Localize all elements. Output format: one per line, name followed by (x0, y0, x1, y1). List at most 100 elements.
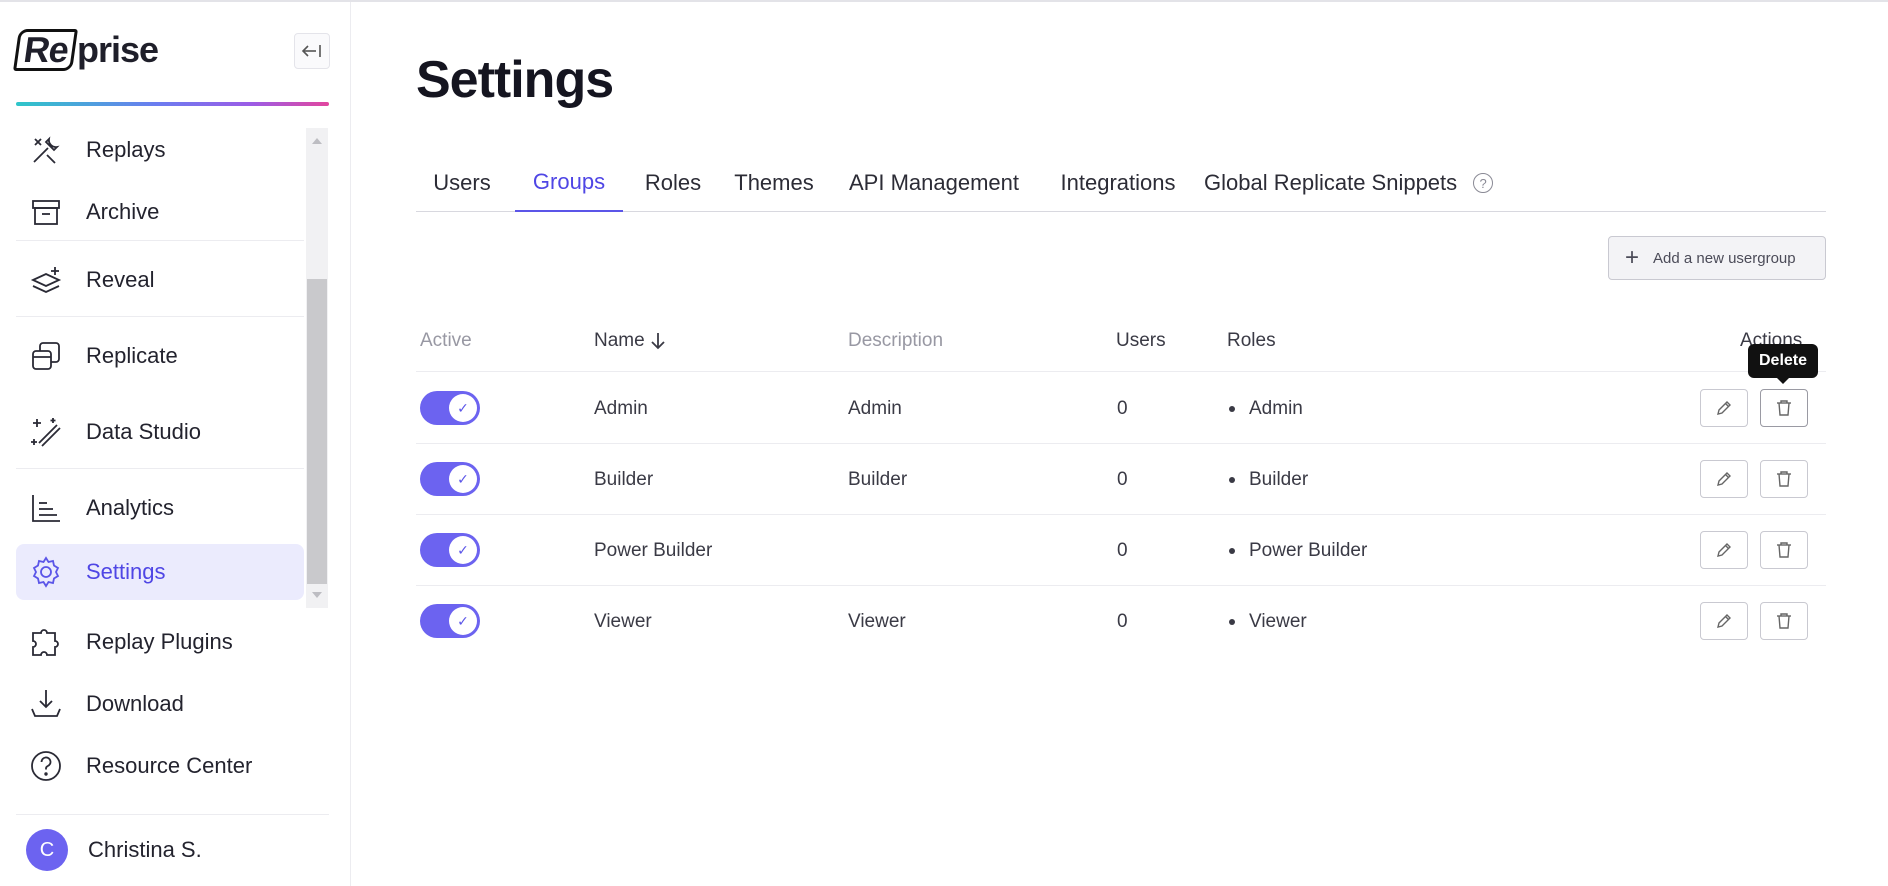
sidebar-item-label: Reveal (86, 267, 155, 292)
sidebar-item-resource-center[interactable]: Resource Center (16, 738, 304, 794)
bullet-icon (1229, 618, 1235, 625)
table-row: ✓ Admin Admin 0 Admin (416, 373, 1826, 444)
active-toggle[interactable]: ✓ (420, 533, 480, 567)
pencil-icon (1717, 401, 1731, 415)
sidebar: Re prise Replays Archive Reveal Replicat… (0, 2, 351, 886)
group-role: Builder (1229, 444, 1308, 515)
tab-label: Global Replicate Snippets (1204, 170, 1458, 195)
sidebar-item-reveal[interactable]: Reveal (16, 252, 304, 308)
pencil-icon (1717, 614, 1731, 628)
puzzle-icon (26, 622, 66, 662)
group-role: Admin (1229, 373, 1303, 444)
group-name: Admin (594, 397, 648, 419)
group-name: Power Builder (594, 539, 713, 561)
edit-button[interactable] (1700, 389, 1748, 427)
group-users-count: 0 (1117, 397, 1128, 419)
column-description: Description (848, 330, 944, 351)
sidebar-item-label: Replicate (86, 343, 178, 368)
group-description: Builder (848, 468, 908, 490)
tab-groups[interactable]: Groups (515, 154, 623, 212)
delete-button[interactable] (1760, 460, 1808, 498)
table-header: Active Name Description Users Roles Acti… (416, 310, 1826, 372)
collapse-sidebar-button[interactable] (294, 33, 330, 69)
group-description: Admin (848, 397, 902, 419)
user-profile[interactable]: C Christina S. (16, 828, 202, 872)
logo-text: prise (77, 29, 159, 70)
help-circle-icon (26, 746, 66, 786)
delete-tooltip: Delete (1748, 344, 1818, 384)
sidebar-item-label: Resource Center (86, 753, 253, 778)
role-label: Builder (1249, 468, 1309, 490)
sidebar-item-replicate[interactable]: Replicate (16, 328, 304, 384)
active-toggle[interactable]: ✓ (420, 462, 480, 496)
tab-users[interactable]: Users (416, 154, 508, 212)
scroll-up-icon[interactable] (312, 138, 322, 144)
delete-button[interactable] (1760, 531, 1808, 569)
column-name[interactable]: Name (594, 310, 667, 372)
sidebar-item-data-studio[interactable]: Data Studio (16, 404, 304, 460)
sidebar-item-download[interactable]: Download (16, 676, 304, 732)
sort-down-icon (651, 333, 665, 350)
role-label: Power Builder (1249, 539, 1368, 561)
group-name: Viewer (594, 610, 652, 632)
sidebar-item-replay-plugins[interactable]: Replay Plugins (16, 614, 304, 670)
user-name: Christina S. (88, 837, 202, 862)
check-icon: ✓ (449, 465, 477, 493)
group-users-count: 0 (1117, 468, 1128, 490)
add-usergroup-button[interactable]: + Add a new usergroup (1608, 236, 1826, 280)
nav-divider (16, 316, 304, 317)
sidebar-item-label: Replay Plugins (86, 629, 233, 654)
group-users-count: 0 (1117, 539, 1128, 561)
column-users: Users (1116, 330, 1166, 351)
table-row: ✓ Builder Builder 0 Builder (416, 444, 1826, 515)
question-icon[interactable]: ? (1473, 173, 1494, 193)
sidebar-item-label: Download (86, 691, 184, 716)
check-icon: ✓ (449, 607, 477, 635)
scroll-thumb[interactable] (307, 279, 327, 584)
sidebar-item-label: Analytics (86, 495, 175, 520)
sidebar-item-replays[interactable]: Replays (16, 128, 304, 178)
role-label: Admin (1249, 397, 1303, 419)
group-role: Viewer (1229, 586, 1307, 657)
pencil-icon (1717, 472, 1731, 486)
tab-api-management[interactable]: API Management (834, 154, 1034, 212)
reprise-logo[interactable]: Re prise (13, 28, 159, 72)
bullet-icon (1229, 476, 1235, 483)
active-toggle[interactable]: ✓ (420, 391, 480, 425)
sidebar-item-settings[interactable]: Settings (16, 544, 304, 600)
reveal-icon (26, 260, 66, 300)
archive-icon (26, 192, 66, 232)
edit-button[interactable] (1700, 460, 1748, 498)
delete-button[interactable] (1760, 602, 1808, 640)
edit-button[interactable] (1700, 602, 1748, 640)
nav-divider (16, 240, 304, 241)
group-description: Viewer (848, 610, 906, 632)
role-label: Viewer (1249, 610, 1307, 632)
sidebar-item-label: Data Studio (86, 419, 201, 444)
user-divider (16, 814, 329, 815)
sidebar-item-archive[interactable]: Archive (16, 184, 304, 240)
sidebar-scrollbar[interactable] (306, 128, 328, 608)
settings-tabs: Users Groups Roles Themes API Management… (416, 154, 1826, 212)
sidebar-item-label: Replays (86, 137, 166, 162)
tab-themes[interactable]: Themes (722, 154, 826, 212)
sidebar-item-label: Settings (86, 559, 166, 584)
tab-roles[interactable]: Roles (630, 154, 716, 212)
tab-global-replicate-snippets[interactable]: Global Replicate Snippets ? (1204, 154, 1494, 212)
table-row: ✓ Power Builder 0 Power Builder (416, 515, 1826, 586)
scroll-down-icon[interactable] (312, 592, 322, 598)
edit-button[interactable] (1700, 531, 1748, 569)
column-active: Active (420, 330, 472, 351)
trash-icon (1777, 400, 1791, 416)
bullet-icon (1229, 547, 1235, 554)
data-studio-icon (26, 412, 66, 452)
main-content: Settings Users Groups Roles Themes API M… (416, 2, 1826, 882)
replicate-icon (26, 336, 66, 376)
tab-integrations[interactable]: Integrations (1040, 154, 1196, 212)
delete-button[interactable] (1760, 389, 1808, 427)
sidebar-nav: Replays Archive Reveal Replicate Data St… (16, 128, 329, 608)
sidebar-item-analytics[interactable]: Analytics (16, 480, 304, 536)
trash-icon (1777, 542, 1791, 558)
column-name-label: Name (594, 330, 645, 351)
active-toggle[interactable]: ✓ (420, 604, 480, 638)
